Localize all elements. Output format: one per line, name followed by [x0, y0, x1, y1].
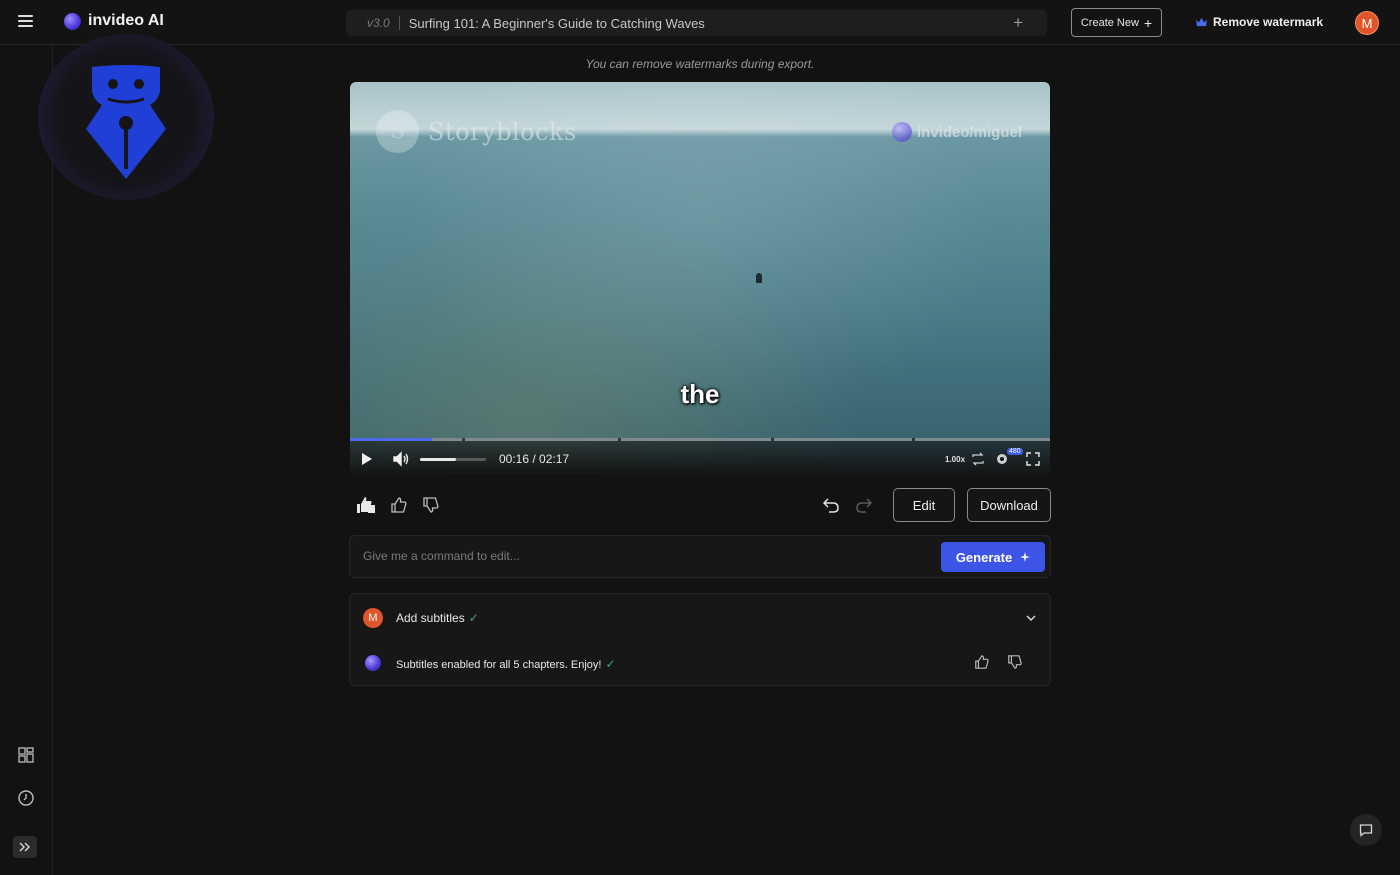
thumbs-down-icon[interactable] — [1007, 654, 1023, 670]
thumbs-up-icon[interactable] — [390, 496, 408, 514]
chapter-segment[interactable] — [465, 438, 618, 441]
sparkle-icon — [1020, 551, 1031, 562]
invideo-watermark: invideo/miguel — [891, 122, 1022, 142]
player-controls: 00:16 / 02:17 1.00x 480 — [350, 438, 1050, 475]
chapter-segment[interactable] — [915, 438, 1050, 441]
expand-sidebar-button[interactable] — [13, 836, 37, 858]
watermark-notice: You can remove watermarks during export. — [585, 57, 815, 71]
plus-icon: + — [1143, 14, 1153, 31]
logo-orb-icon — [64, 12, 81, 30]
download-button[interactable]: Download — [967, 488, 1051, 522]
app-name: invideo AI — [88, 12, 164, 29]
thumbs-down-icon[interactable] — [422, 496, 440, 514]
volume-slider[interactable] — [420, 458, 486, 461]
double-chevron-right-icon — [19, 842, 31, 852]
user-message: Add subtitles ✓ — [396, 611, 479, 625]
video-player[interactable]: S Storyblocks invideo/miguel the 00:16 /… — [350, 82, 1050, 475]
clock-icon[interactable] — [17, 789, 35, 807]
undo-icon[interactable] — [822, 496, 840, 514]
project-title-bar[interactable]: v3.0 Surfing 101: A Beginner's Guide to … — [346, 10, 1047, 36]
chapter-segment[interactable] — [621, 438, 771, 441]
invideo-watermark-text: invideo/miguel — [916, 123, 1022, 141]
redo-icon[interactable] — [855, 496, 873, 514]
title-divider — [398, 16, 400, 30]
create-new-label: Create New — [1080, 16, 1139, 29]
remove-watermark-label: Remove watermark — [1213, 15, 1324, 29]
chat-history: M Add subtitles ✓ Subtitles enabled for a… — [349, 593, 1051, 686]
chevron-down-icon[interactable] — [1024, 611, 1038, 625]
ai-avatar-icon — [365, 655, 381, 671]
storyblocks-watermark-text: Storyblocks — [428, 117, 577, 146]
subtitle-caption: the — [680, 379, 720, 409]
command-box: Generate — [349, 535, 1051, 578]
check-icon: ✓ — [468, 611, 479, 625]
generate-label: Generate — [955, 549, 1013, 565]
top-bar: invideo AI v3.0 Surfing 101: A Beginner'… — [0, 0, 1400, 45]
check-icon: ✓ — [605, 657, 616, 671]
playback-speed[interactable]: 1.00x — [945, 455, 965, 464]
quality-badge: 480 — [1007, 448, 1023, 455]
remove-watermark-button[interactable]: Remove watermark — [1196, 15, 1323, 29]
generate-button[interactable]: Generate — [941, 542, 1045, 572]
user-avatar-small: M — [363, 608, 383, 628]
create-new-button[interactable]: Create New + — [1071, 8, 1162, 37]
crown-icon — [1196, 17, 1207, 26]
invideo-orb-icon — [891, 122, 912, 142]
thumbs-up-multi-icon[interactable] — [356, 496, 376, 514]
project-title: Surfing 101: A Beginner's Guide to Catch… — [408, 15, 705, 31]
loop-icon[interactable] — [971, 452, 985, 466]
version-label: v3.0 — [367, 16, 390, 30]
command-input[interactable] — [363, 549, 923, 563]
action-row: Edit Download — [350, 488, 1051, 522]
time-display: 00:16 / 02:17 — [499, 452, 570, 466]
thumbs-up-icon[interactable] — [974, 654, 990, 670]
menu-icon[interactable] — [14, 12, 38, 34]
pen-nib-icon — [86, 65, 166, 179]
edit-button[interactable]: Edit — [893, 488, 955, 522]
chat-icon — [1359, 824, 1373, 837]
storyblocks-watermark: S Storyblocks — [376, 110, 577, 153]
storyblocks-logo: S — [376, 110, 419, 153]
support-chat-button[interactable] — [1350, 814, 1382, 846]
play-icon[interactable] — [361, 452, 373, 466]
sidebar — [0, 46, 53, 875]
ai-message: Subtitles enabled for all 5 chapters. En… — [396, 657, 616, 671]
progress-fill — [350, 438, 432, 441]
volume-icon[interactable] — [392, 451, 410, 467]
plus-icon[interactable]: + — [1013, 13, 1023, 33]
surfer-figure — [756, 273, 762, 283]
fullscreen-icon[interactable] — [1026, 452, 1040, 466]
grid-icon[interactable] — [17, 746, 35, 764]
user-avatar[interactable]: M — [1355, 11, 1379, 35]
app-logo[interactable]: invideo AI — [64, 12, 164, 30]
volume-fill — [420, 458, 457, 461]
user-message-text: Add subtitles — [396, 611, 465, 625]
ai-message-text: Subtitles enabled for all 5 chapters. En… — [396, 659, 602, 671]
chapter-segment[interactable] — [774, 438, 912, 441]
